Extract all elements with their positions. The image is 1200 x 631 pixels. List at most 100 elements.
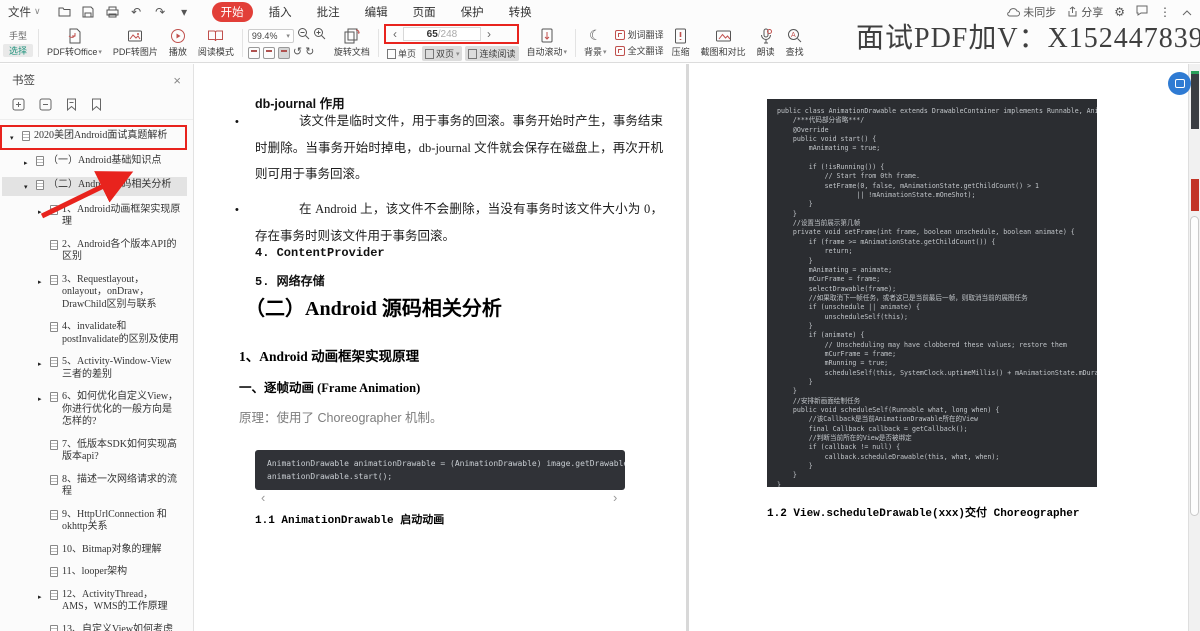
read-mode-icon	[207, 27, 224, 44]
hand-tool-button[interactable]: 手型	[3, 29, 33, 42]
bookmark-item[interactable]: 10、Bitmap对象的理解	[2, 542, 187, 559]
collapse-all-icon[interactable]	[39, 98, 52, 111]
auto-scroll-button[interactable]: 自动滚动 ▾	[524, 27, 571, 58]
scrollbar-thumb[interactable]	[1190, 216, 1199, 516]
bookmark-item[interactable]: ▸ 1、Android动画框架实现原理	[2, 202, 187, 231]
chevron-down-icon: ▾	[563, 48, 568, 56]
full-translate-button[interactable]: 全文翻译	[614, 44, 664, 57]
ribbon-tab[interactable]: 批注	[308, 2, 349, 22]
bookmark-item[interactable]: 2、Android各个版本API的区别	[2, 237, 187, 266]
undo-icon[interactable]: ↶	[129, 4, 144, 19]
expand-arrow-icon[interactable]	[38, 239, 46, 264]
page-thumbnail[interactable]	[1191, 71, 1199, 129]
bookmark-item[interactable]: ▸ 6、如何优化自定义View，你进行优化的一般方向是怎样的?	[2, 389, 187, 431]
expand-all-icon[interactable]	[12, 98, 25, 111]
bookmark-item[interactable]: 9、HttpUrlConnection 和 okhttp关系	[2, 507, 187, 536]
ribbon-tab[interactable]: 开始	[211, 1, 253, 22]
thumbnail-scrollbar[interactable]	[1188, 64, 1200, 631]
bookmark-item[interactable]: ▸ 12、ActivityThread，AMS，WMS的工作原理	[2, 587, 187, 616]
expand-arrow-icon[interactable]: ▸	[38, 391, 46, 429]
scroll-right-icon[interactable]: ›	[613, 490, 617, 505]
rotate-right-icon[interactable]: ↻	[305, 47, 314, 58]
word-translate-button[interactable]: 划词翻译	[614, 28, 664, 41]
expand-arrow-icon[interactable]	[38, 566, 46, 579]
bookmark-icon[interactable]	[91, 98, 102, 111]
assistant-float-button[interactable]	[1168, 72, 1191, 95]
expand-arrow-icon[interactable]	[38, 544, 46, 557]
rotate-left-icon[interactable]: ↺	[293, 47, 302, 58]
double-page-button[interactable]: 双页 ▾	[421, 46, 463, 61]
zoom-level-select[interactable]: 99.4% ▾	[247, 28, 294, 43]
prev-page-button[interactable]: ‹	[391, 28, 399, 40]
bookmark-item[interactable]: ▾ 2020美团Android面试真题解析	[0, 125, 187, 149]
code-line: //设置当前展示第几帧	[777, 219, 861, 228]
single-page-button[interactable]: 单页	[384, 46, 419, 61]
doc-caption-1-1: 1.1 AnimationDrawable 启动动画	[255, 515, 445, 527]
read-aloud-button[interactable]: 朗读	[754, 27, 778, 58]
find-button[interactable]: A 查找	[783, 27, 807, 58]
redo-icon[interactable]: ↷	[153, 4, 168, 19]
compress-button[interactable]: 压缩	[669, 27, 693, 58]
bookmark-item[interactable]: 4、invalidate和postInvalidate的区别及使用	[2, 319, 187, 348]
file-menu[interactable]: 文件 ∨	[8, 4, 41, 20]
zoom-in-icon[interactable]	[313, 27, 326, 45]
zoom-out-icon[interactable]	[297, 27, 310, 45]
ribbon-tab[interactable]: 编辑	[356, 2, 397, 22]
screenshot-compare-button[interactable]: 截图和对比	[698, 27, 749, 58]
expand-arrow-icon[interactable]	[38, 321, 46, 346]
close-panel-icon[interactable]: ×	[173, 73, 181, 88]
continuous-read-button[interactable]: 连续阅读	[465, 46, 519, 61]
pdf-to-office-button[interactable]: PDF转Office ▾	[44, 27, 105, 58]
bookmark-item[interactable]: ▸ （一）Android基础知识点	[2, 153, 187, 172]
compress-label: 压缩	[671, 47, 690, 57]
open-folder-icon[interactable]	[57, 4, 72, 19]
doc-paragraph: 该文件是临时文件，用于事务的回滚。事务开始时产生，事务结束时删除。当事务开始时掉…	[255, 114, 663, 181]
save-icon[interactable]	[81, 4, 96, 19]
expand-arrow-icon[interactable]: ▾	[10, 130, 18, 145]
bookmark-item[interactable]: ▸ 5、Activity-Window-View三者的差别	[2, 354, 187, 383]
ribbon-tab[interactable]: 插入	[260, 2, 301, 22]
page-navigation-group: ‹ 65 /248 › 单页 双页 ▾ 连续阅读	[383, 24, 519, 61]
expand-arrow-icon[interactable]	[38, 439, 46, 464]
ribbon-tab[interactable]: 保护	[452, 2, 493, 22]
more-commands-icon[interactable]: ▾	[177, 4, 192, 19]
expand-arrow-icon[interactable]: ▸	[24, 155, 32, 170]
bookmark-item[interactable]: 8、描述一次网络请求的流程	[2, 472, 187, 501]
expand-arrow-icon[interactable]: ▸	[38, 356, 46, 381]
rotate-document-button[interactable]: 旋转文档	[331, 27, 373, 58]
background-button[interactable]: ☾ 背景 ▾	[581, 27, 610, 58]
code-line: mCurFrame = frame;	[777, 349, 897, 358]
play-button[interactable]: 播放	[166, 27, 190, 58]
bookmark-item[interactable]: 11、looper架构	[2, 564, 187, 581]
bookmark-item[interactable]: 7、低版本SDK如何实现高版本api?	[2, 437, 187, 466]
pdf-to-image-button[interactable]: PDF转图片	[110, 27, 161, 58]
expand-arrow-icon[interactable]	[38, 509, 46, 534]
ribbon-tab[interactable]: 转换	[500, 2, 541, 22]
double-page-icon	[424, 48, 434, 59]
document-view[interactable]: db-journal 作用 • 该文件是临时文件，用于事务的回滚。事务开始时产生…	[195, 64, 1188, 631]
print-icon[interactable]	[105, 4, 120, 19]
read-mode-button[interactable]: 阅读模式	[195, 27, 237, 58]
expand-arrow-icon[interactable]: ▸	[38, 589, 46, 614]
bookmark-item[interactable]: 13、自定义View如何考虑机型适配	[2, 622, 187, 631]
select-tool-button[interactable]: 选择	[3, 43, 33, 57]
expand-arrow-icon[interactable]	[38, 474, 46, 499]
actual-size-icon[interactable]	[277, 46, 290, 59]
next-page-button[interactable]: ›	[485, 28, 493, 40]
rotate-document-label: 旋转文档	[333, 47, 370, 57]
expand-arrow-icon[interactable]	[38, 624, 46, 631]
expand-arrow-icon[interactable]: ▾	[24, 179, 32, 194]
ribbon-tab[interactable]: 页面	[404, 2, 445, 22]
bookmark-item[interactable]: ▾ （二）Android源码相关分析	[2, 177, 187, 196]
scroll-left-icon[interactable]: ‹	[261, 490, 265, 505]
expand-arrow-icon[interactable]: ▸	[38, 274, 46, 312]
expand-arrow-icon[interactable]: ▸	[38, 204, 46, 229]
page-number-input[interactable]: 65 /248	[402, 27, 481, 41]
fit-width-icon[interactable]	[247, 46, 260, 59]
bookmark-label: （一）Android基础知识点	[48, 154, 162, 166]
continuous-label: 连续阅读	[479, 49, 516, 59]
add-bookmark-icon[interactable]	[66, 98, 77, 111]
read-mode-label: 阅读模式	[197, 47, 234, 57]
fit-page-icon[interactable]	[262, 46, 275, 59]
bookmark-item[interactable]: ▸ 3、Requestlayout，onlayout，onDraw，DrawCh…	[2, 272, 187, 314]
